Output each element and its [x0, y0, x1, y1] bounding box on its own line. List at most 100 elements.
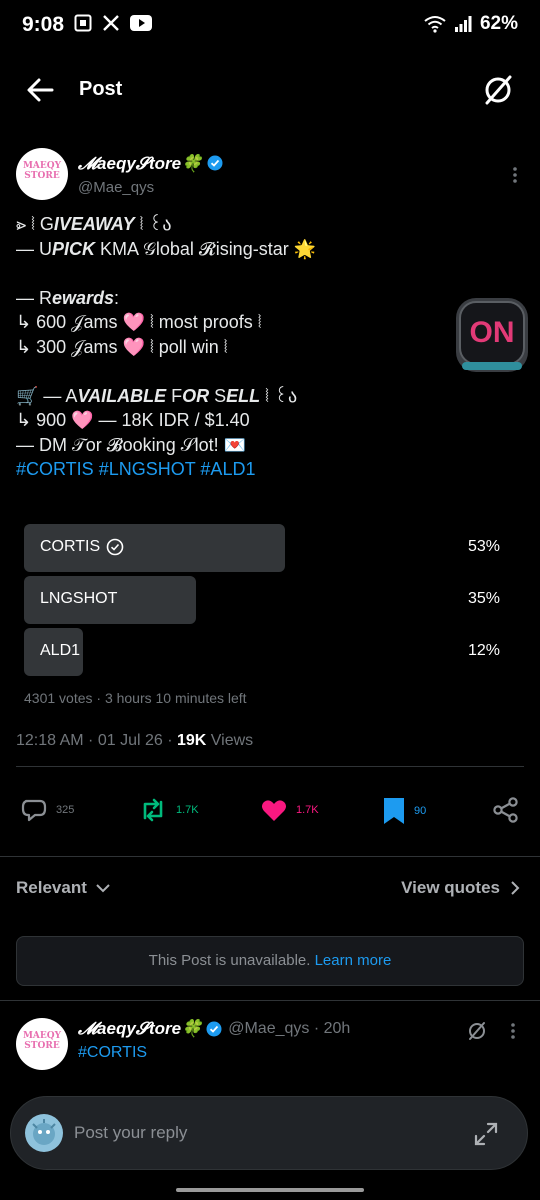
avatar-logo-text: MAEQY [22, 161, 62, 171]
x-logo-icon [103, 15, 119, 31]
hashtag-link[interactable]: #LNGSHOT [99, 459, 196, 479]
poll-option-cortis[interactable]: CORTIS 53% [24, 524, 516, 572]
share-button[interactable] [492, 796, 520, 824]
author-handle[interactable]: @Mae_qys [78, 179, 154, 196]
post-line-price: ↳ 900 🩷 — 18K IDR / $1.40 [16, 410, 250, 430]
unavailable-post-notice: This Post is unavailable. Learn more [16, 936, 524, 986]
poll: CORTIS 53% LNGSHOT 35% ALD1 12% [24, 524, 516, 680]
post-timestamp: 12:18 AM · 01 Jul 26 · 19K Views [16, 732, 253, 750]
unavailable-text: This Post is unavailable. [148, 952, 315, 969]
repost-count: 1.7K [176, 804, 199, 816]
heart-icon [262, 800, 286, 821]
more-vertical-icon [511, 1023, 515, 1039]
views-count[interactable]: 19K [177, 732, 206, 749]
reply-author-name: 𝓜aeqy𝓢tore🍀 [78, 1019, 203, 1038]
reply-author[interactable]: 𝓜aeqy𝓢tore🍀 @Mae_qys · 20h [78, 1019, 350, 1039]
reply-handle-time: @Mae_qys · 20h [228, 1020, 351, 1037]
author-name[interactable]: 𝓜aeqy𝓢tore🍀 [78, 154, 223, 174]
chevron-right-icon [511, 881, 520, 895]
reply-more-options-button[interactable] [510, 1022, 516, 1045]
poll-option-label: LNGSHOT [40, 590, 118, 607]
view-quotes-link[interactable]: View quotes [401, 878, 520, 898]
avatar[interactable]: MAEQY STORE [16, 148, 68, 200]
wifi-icon [424, 16, 446, 33]
post-line-upick: — UPICK KMA 𝒢lobal 𝓡ising-star 🌟 [16, 238, 317, 259]
poll-meta: 4301 votes · 3 hours 10 minutes left [24, 690, 247, 706]
share-icon [493, 797, 518, 823]
bookmark-icon [384, 798, 404, 824]
reply-count: 325 [56, 804, 75, 816]
expand-composer-button[interactable] [473, 1121, 499, 1147]
reply-hashtag[interactable]: #CORTIS [78, 1044, 147, 1062]
divider [0, 856, 540, 857]
post-time: 12:18 AM · 01 Jul 26 · [16, 732, 177, 749]
verified-badge-icon [207, 155, 223, 171]
arrow-left-icon [27, 78, 54, 102]
top-app-bar: Post [0, 60, 540, 120]
back-button[interactable] [22, 74, 58, 106]
avatar-logo-text-2: STORE [24, 1041, 60, 1051]
hashtag-link[interactable]: #ALD1 [200, 459, 255, 479]
grok-icon [469, 1022, 485, 1040]
poll-option-ald1[interactable]: ALD1 12% [24, 628, 516, 676]
reply-composer[interactable]: Post your reply [10, 1096, 528, 1170]
more-options-button[interactable] [512, 166, 518, 184]
author-display-name: 𝓜aeqy𝓢tore🍀 [78, 154, 203, 173]
poll-option-label: ALD1 [40, 642, 81, 659]
more-vertical-icon [513, 167, 517, 183]
action-bar: 325 1.7K 1.7K 90 [0, 790, 540, 830]
like-button[interactable]: 1.7K [260, 796, 319, 824]
repost-icon [143, 798, 163, 822]
divider [0, 1000, 540, 1001]
screenshot-icon [74, 14, 92, 32]
check-circle-icon [106, 538, 124, 556]
avatar-logo-text: MAEQY [22, 1031, 62, 1041]
post-line-giveaway: ⩺ ⦚ GIVEAWAY ⦚ ꒰ა [16, 214, 172, 234]
notification-icons [74, 14, 152, 32]
reply-icon [21, 799, 47, 822]
promo-app-logo-text: ON [470, 316, 515, 349]
poll-option-label: CORTIS [40, 538, 101, 555]
signal-icon [454, 16, 472, 32]
chevron-down-icon [96, 884, 110, 893]
repost-button[interactable]: 1.7K [138, 796, 199, 824]
page-title: Post [79, 78, 123, 100]
hashtag-link[interactable]: #CORTIS [16, 459, 94, 479]
system-icons: 62% [424, 13, 518, 35]
learn-more-link[interactable]: Learn more [315, 952, 392, 969]
poll-option-percent: 53% [467, 538, 500, 555]
promo-app-image: ON [454, 296, 530, 376]
youtube-icon [130, 15, 152, 31]
grok-button[interactable] [480, 72, 516, 108]
like-count: 1.7K [296, 804, 319, 816]
reply-avatar[interactable]: MAEQY STORE [16, 1018, 68, 1070]
divider [16, 766, 524, 767]
bookmark-button[interactable]: 90 [382, 796, 426, 826]
post-line-available: 🛒 — AVAILABLE FOR SELL ⦚ ꒰ა [16, 385, 298, 406]
expand-icon [474, 1122, 498, 1146]
post-text: ⩺ ⦚ GIVEAWAY ⦚ ꒰ა — UPICK KMA 𝒢lobal 𝓡is… [16, 212, 456, 482]
views-label: Views [206, 732, 254, 749]
post-line-reward-2: ↳ 300 𝒥ams 🩷 ⦚ poll win ⦚ [16, 336, 228, 357]
status-time: 9:08 [22, 13, 65, 36]
user-avatar [25, 1114, 63, 1152]
poll-option-lngshot[interactable]: LNGSHOT 35% [24, 576, 516, 624]
post-line-dm: — DM 𝒯or 𝓑ooking 𝒮lot! 💌 [16, 434, 247, 455]
bookmark-count: 90 [414, 805, 427, 817]
reply-input-placeholder[interactable]: Post your reply [74, 1123, 187, 1143]
post-line-reward-1: ↳ 600 𝒥ams 🩷 ⦚ most proofs ⦚ [16, 312, 262, 332]
status-bar: 9:08 62% [0, 0, 540, 52]
view-quotes-label: View quotes [401, 878, 500, 897]
hashtags: #CORTIS #LNGSHOT #ALD1 [16, 457, 456, 482]
home-indicator [176, 1188, 364, 1192]
verified-badge-icon [206, 1021, 222, 1037]
sort-relevant-dropdown[interactable]: Relevant [16, 878, 111, 898]
grok-icon [485, 75, 512, 105]
reply-grok-button[interactable] [466, 1020, 488, 1047]
post-line-rewards: — Rewards: [16, 287, 120, 308]
poll-option-percent: 35% [467, 590, 500, 607]
battery-level: 62% [479, 13, 518, 34]
sort-label: Relevant [16, 878, 87, 897]
reply-button[interactable]: 325 [20, 796, 74, 824]
avatar-logo-text-2: STORE [24, 171, 60, 181]
